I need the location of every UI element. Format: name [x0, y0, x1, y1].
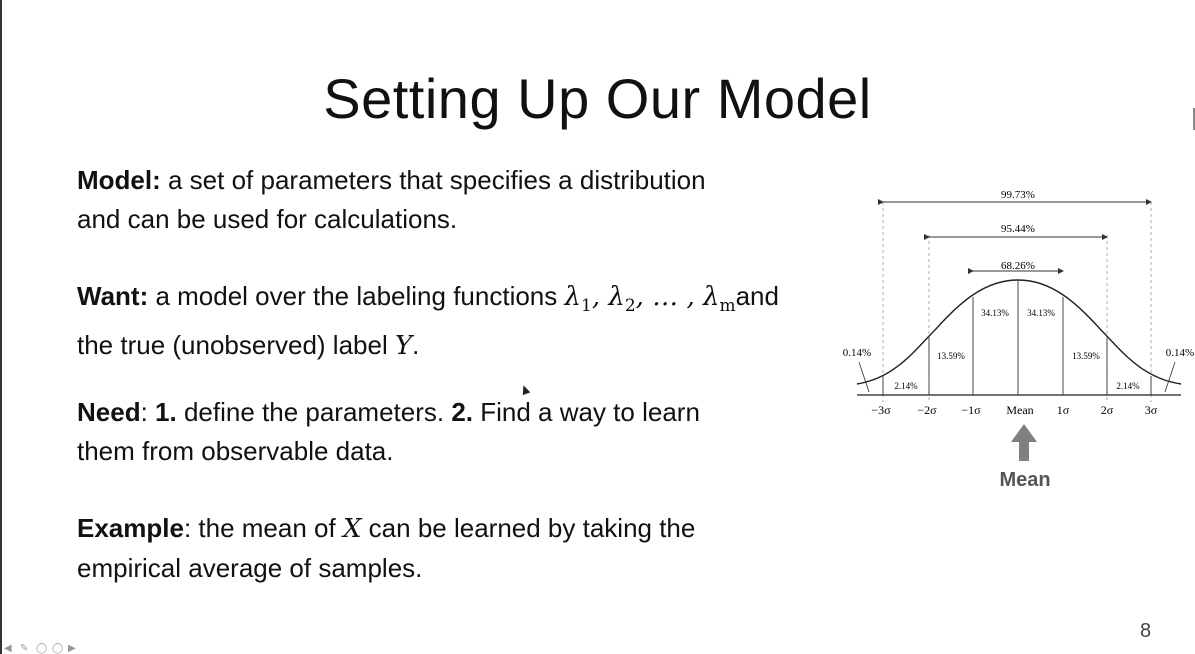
- next-arrow-icon[interactable]: ▶: [68, 644, 82, 654]
- want-text: a model over the labeling functions: [148, 281, 565, 311]
- slide-title: Setting Up Our Model: [323, 67, 872, 130]
- page-number: 8: [1140, 620, 1152, 642]
- want-paragraph: Want: a model over the labeling function…: [77, 281, 779, 362]
- tick-pos2: 2σ: [1101, 403, 1114, 417]
- pct-2-right: 2.14%: [1116, 381, 1140, 391]
- pct-outer-label: 99.73%: [1001, 189, 1035, 201]
- lambda-2: λ2: [608, 282, 636, 317]
- lambda-ellipsis: , … ,: [635, 282, 703, 312]
- tick-mean: Mean: [1006, 403, 1033, 417]
- mean-arrow-label: Mean: [999, 469, 1051, 491]
- pen-icon[interactable]: ✎: [20, 644, 34, 654]
- zoom-icon[interactable]: ◯: [52, 644, 66, 654]
- lambda-m: λm: [702, 282, 736, 317]
- model-text-line2: and can be used for calculations.: [77, 204, 458, 234]
- normal-distribution-figure: 99.73% 95.44% 68.26% 34.13% 34.13% 13.59…: [843, 189, 1194, 461]
- pct-2-left: 2.14%: [894, 381, 918, 391]
- step2-number: 2.: [451, 397, 474, 427]
- tail-pointer-left: [858, 361, 870, 393]
- want-label: Want:: [77, 281, 149, 311]
- lambda-1: λ1: [564, 282, 592, 317]
- tick-pos1: 1σ: [1057, 403, 1070, 417]
- step1-number: 1.: [155, 397, 177, 427]
- x-variable: X: [342, 514, 362, 544]
- view-icon[interactable]: ◯: [36, 644, 50, 654]
- tick-neg3: −3σ: [871, 403, 891, 417]
- want-text-line2: the true (unobserved) label: [77, 330, 395, 361]
- pct-center-left: 34.13%: [981, 308, 1009, 318]
- example-paragraph: Example: the mean of X can be learned by…: [77, 513, 696, 583]
- bell-curve: [856, 279, 1182, 385]
- model-label: Model:: [77, 165, 161, 195]
- tick-neg1: −1σ: [961, 403, 981, 417]
- pct-tail-right: 0.14%: [1166, 347, 1194, 359]
- tick-pos3: 3σ: [1145, 403, 1158, 417]
- pct-middle-label: 95.44%: [1001, 223, 1035, 235]
- pct-13-right: 13.59%: [1072, 351, 1100, 361]
- mean-arrow-icon: [1011, 424, 1037, 461]
- step2-text: Find a way to learn: [473, 397, 700, 427]
- need-label: Need: [77, 397, 141, 427]
- sigma-tick-labels: −3σ −2σ −1σ Mean 1σ 2σ 3σ: [871, 403, 1157, 417]
- step1-text: define the parameters.: [176, 397, 452, 427]
- y-variable: Y: [394, 331, 413, 362]
- pct-13-left: 13.59%: [937, 351, 965, 361]
- model-text-line1: a set of parameters that specifies a dis…: [160, 165, 706, 195]
- need-paragraph: Need: 1. define the parameters. 2. Find …: [77, 397, 700, 466]
- tick-neg2: −2σ: [917, 403, 937, 417]
- need-line2: them from observable data.: [77, 436, 394, 466]
- tail-pointer-right: [1164, 361, 1176, 393]
- want-and: and: [735, 281, 779, 311]
- pct-center-right: 34.13%: [1027, 308, 1055, 318]
- pct-inner-label: 68.26%: [1001, 260, 1035, 272]
- pct-tail-left: 0.14%: [843, 347, 871, 359]
- prev-arrow-icon[interactable]: ◀: [4, 644, 18, 654]
- example-line2: empirical average of samples.: [77, 553, 423, 583]
- slideshow-nav-toolbar[interactable]: ◀ ✎ ◯ ◯ ▶: [4, 644, 82, 654]
- curve-divisions: [882, 280, 1152, 395]
- model-paragraph: Model: a set of parameters that specifie…: [77, 161, 837, 239]
- example-label: Example: [77, 513, 184, 543]
